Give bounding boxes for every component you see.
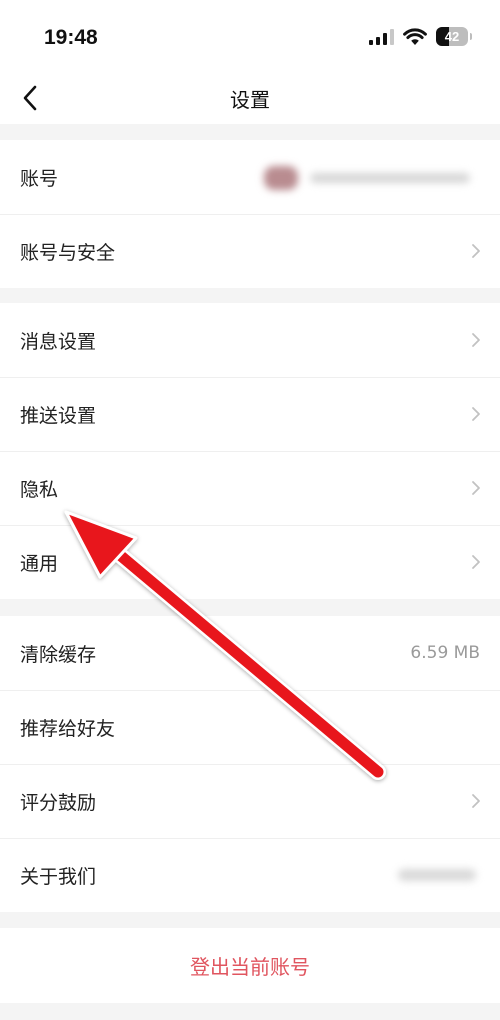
chevron-right-icon	[472, 794, 480, 808]
row-clear-cache[interactable]: 清除缓存 6.59 MB	[0, 616, 500, 690]
misc-group: 清除缓存 6.59 MB 推荐给好友 评分鼓励 关于我们	[0, 616, 500, 912]
wifi-icon	[403, 27, 427, 45]
logout-label: 登出当前账号	[190, 955, 310, 979]
row-push-settings[interactable]: 推送设置	[0, 377, 500, 451]
chevron-right-icon	[472, 481, 480, 495]
signal-icon	[369, 28, 394, 45]
row-label: 消息设置	[20, 330, 97, 353]
account-info-blurred	[264, 166, 474, 190]
avatar	[264, 166, 298, 190]
version-blurred	[398, 869, 476, 881]
cache-size: 6.59 MB	[410, 643, 480, 663]
row-label: 账号	[20, 167, 59, 190]
row-about-us[interactable]: 关于我们	[0, 838, 500, 912]
row-message-settings[interactable]: 消息设置	[0, 303, 500, 377]
nav-bar: 设置	[0, 78, 500, 124]
page-title: 设置	[230, 88, 270, 112]
battery-level: 42	[444, 29, 460, 44]
battery-icon: 42	[436, 27, 468, 46]
account-group: 账号 账号与安全	[0, 140, 500, 288]
row-label: 清除缓存	[20, 643, 97, 666]
row-label: 关于我们	[20, 865, 97, 888]
row-account[interactable]: 账号	[0, 140, 500, 214]
battery-tip	[470, 33, 472, 40]
chevron-right-icon	[472, 333, 480, 347]
row-label: 评分鼓励	[20, 791, 97, 814]
status-time: 19:48	[44, 26, 98, 49]
chevron-right-icon	[472, 555, 480, 569]
row-account-security[interactable]: 账号与安全	[0, 214, 500, 288]
row-general[interactable]: 通用	[0, 525, 500, 599]
chevron-right-icon	[472, 407, 480, 421]
row-privacy[interactable]: 隐私	[0, 451, 500, 525]
row-label: 通用	[20, 552, 59, 575]
row-label: 推送设置	[20, 404, 97, 427]
row-recommend-friends[interactable]: 推荐给好友	[0, 690, 500, 764]
row-label: 账号与安全	[20, 241, 116, 264]
row-rate-us[interactable]: 评分鼓励	[0, 764, 500, 838]
preferences-group: 消息设置 推送设置 隐私 通用	[0, 303, 500, 599]
row-label: 推荐给好友	[20, 717, 116, 740]
row-label: 隐私	[20, 478, 59, 501]
status-icons: 42	[369, 27, 472, 46]
status-bar: 19:48 42	[0, 0, 500, 78]
logout-button[interactable]: 登出当前账号	[0, 928, 500, 1003]
chevron-right-icon	[472, 244, 480, 258]
account-name-blurred	[310, 173, 470, 183]
